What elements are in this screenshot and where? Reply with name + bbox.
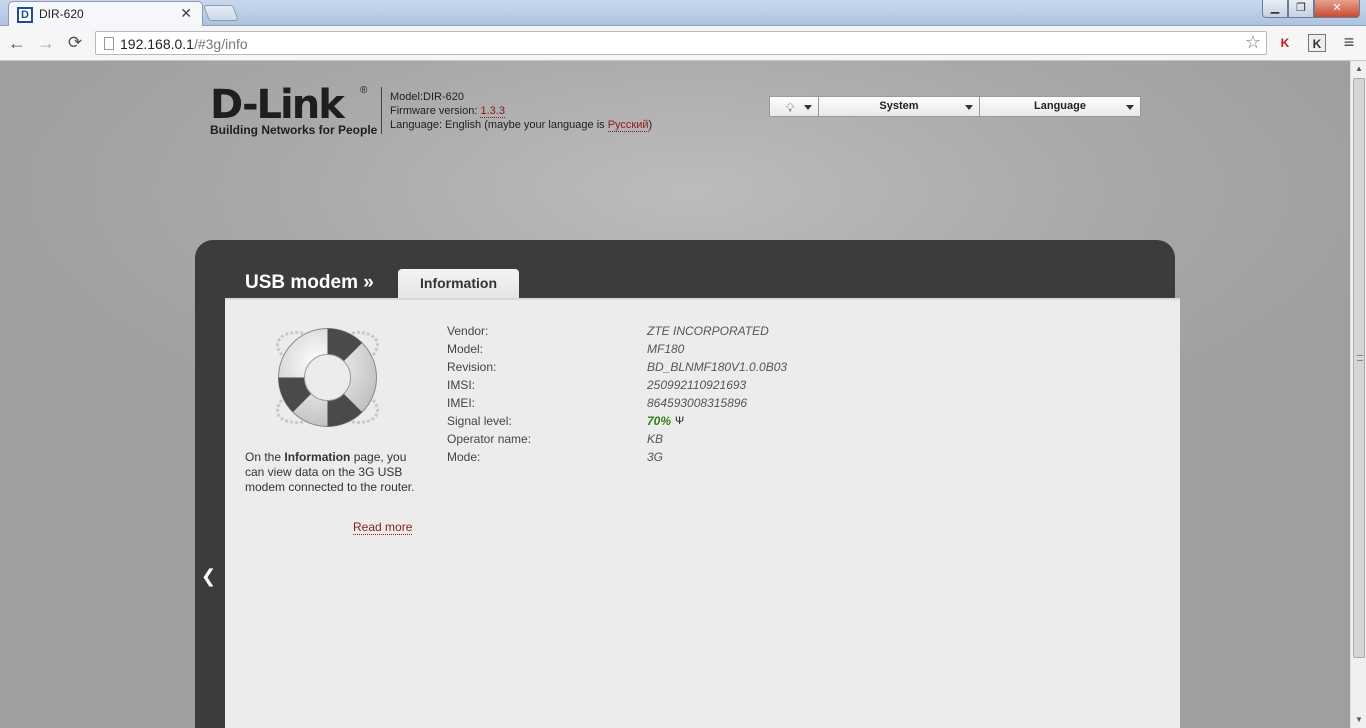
minimize-button[interactable]: ▁ [1262,0,1288,18]
browser-tab[interactable]: D DIR-620 ✕ [8,1,203,27]
firmware-line: Firmware version: 1.3.3 [390,105,505,118]
revision-value: BD_BLNMF180V1.0.0B03 [647,360,788,374]
modem-info-table: Vendor: ZTE INCORPORATED Model: MF180 Re… [447,322,787,466]
scroll-up-icon[interactable]: ▲ [1351,61,1366,77]
language-line: Language: English (maybe your language i… [390,119,653,132]
system-menu-button[interactable]: System [819,96,980,117]
tab-close-icon[interactable]: ✕ [180,5,192,22]
info-row-mode: Mode: 3G [447,450,664,464]
tips-menu-button[interactable]: 💡︎ [769,96,819,117]
kaspersky-extension-icon[interactable]: K [1276,34,1294,52]
page-icon [104,37,114,50]
browser-toolbar: ← → ⟳ 192.168.0.1/#3g/info ☆ K K ≡ [0,26,1366,61]
model-value: MF180 [647,342,685,356]
browser-menu-icon[interactable]: ≡ [1339,32,1359,52]
info-row-signal: Signal level: 70% Ψ [447,414,685,428]
system-menu-label: System [879,100,919,112]
info-row-vendor: Vendor: ZTE INCORPORATED [447,324,769,338]
window-close-button[interactable]: ✕ [1314,0,1360,18]
signal-value: 70% [647,414,672,428]
dlink-favicon-icon: D [17,7,33,23]
info-row-model: Model: MF180 [447,342,685,356]
tab-information[interactable]: Information [398,269,519,300]
maximize-button[interactable]: ❐ [1288,0,1314,18]
browser-tabstrip: D DIR-620 ✕ ▁ ❐ ✕ [0,0,1366,27]
url-host: 192.168.0.1 [120,36,194,52]
page-scrollbar[interactable]: ▲ ▼ [1350,61,1366,728]
lightbulb-icon: 💡︎ [786,101,795,115]
firmware-version-link[interactable]: 1.3.3 [480,105,505,118]
lifebuoy-icon [276,328,379,427]
read-more-link[interactable]: Read more [353,520,413,535]
operator-value: KB [647,432,664,446]
help-text: On the Information page, you can view da… [245,450,415,494]
k-extension-icon[interactable]: K [1308,34,1326,52]
reload-icon[interactable]: ⟳ [64,32,86,54]
logo-text: D-Link [210,82,345,128]
chevron-down-icon [1126,105,1134,110]
router-page: D-Link ® Building Networks for People Mo… [0,61,1350,728]
info-row-operator: Operator name: KB [447,432,664,446]
chevron-down-icon [965,105,973,110]
registered-mark: ® [360,85,368,96]
device-info: Model:DIR-620 Firmware version: 1.3.3 La… [390,90,652,132]
imei-value: 864593008315896 [647,396,748,410]
dlink-logo: D-Link ® Building Networks for People [210,83,377,137]
back-chevron-icon[interactable]: ❮ [201,566,216,587]
chevron-down-icon [804,105,812,110]
vendor-value: ZTE INCORPORATED [647,324,769,338]
bookmark-star-icon[interactable]: ☆ [1245,32,1261,53]
tab-title: DIR-620 [39,7,84,21]
header-divider [381,87,382,134]
url-path: /#3g/info [193,36,248,52]
top-menu: 💡︎ System Language [769,96,1141,117]
model-line: Model:DIR-620 [390,91,464,103]
scroll-down-icon[interactable]: ▼ [1351,712,1366,728]
section-title: USB modem » [245,272,374,293]
address-url[interactable]: 192.168.0.1/#3g/info [120,36,248,52]
info-row-imsi: IMSI: 250992110921693 [447,378,747,392]
mode-value: 3G [647,450,664,464]
russian-language-link[interactable]: Русский [607,119,649,132]
info-row-revision: Revision: BD_BLNMF180V1.0.0B03 [447,360,788,374]
imsi-value: 250992110921693 [647,378,747,392]
address-bar[interactable]: 192.168.0.1/#3g/info ☆ [95,31,1267,55]
new-tab-button[interactable] [203,5,239,21]
back-arrow-icon[interactable]: ← [6,32,28,54]
scrollbar-thumb[interactable] [1353,78,1365,658]
antenna-signal-icon: Ψ [675,415,685,427]
forward-arrow-icon[interactable]: → [35,32,57,54]
language-menu-label: Language [1034,100,1086,112]
info-row-imei: IMEI: 864593008315896 [447,396,748,410]
logo-tagline: Building Networks for People [210,123,378,137]
language-menu-button[interactable]: Language [980,96,1141,117]
